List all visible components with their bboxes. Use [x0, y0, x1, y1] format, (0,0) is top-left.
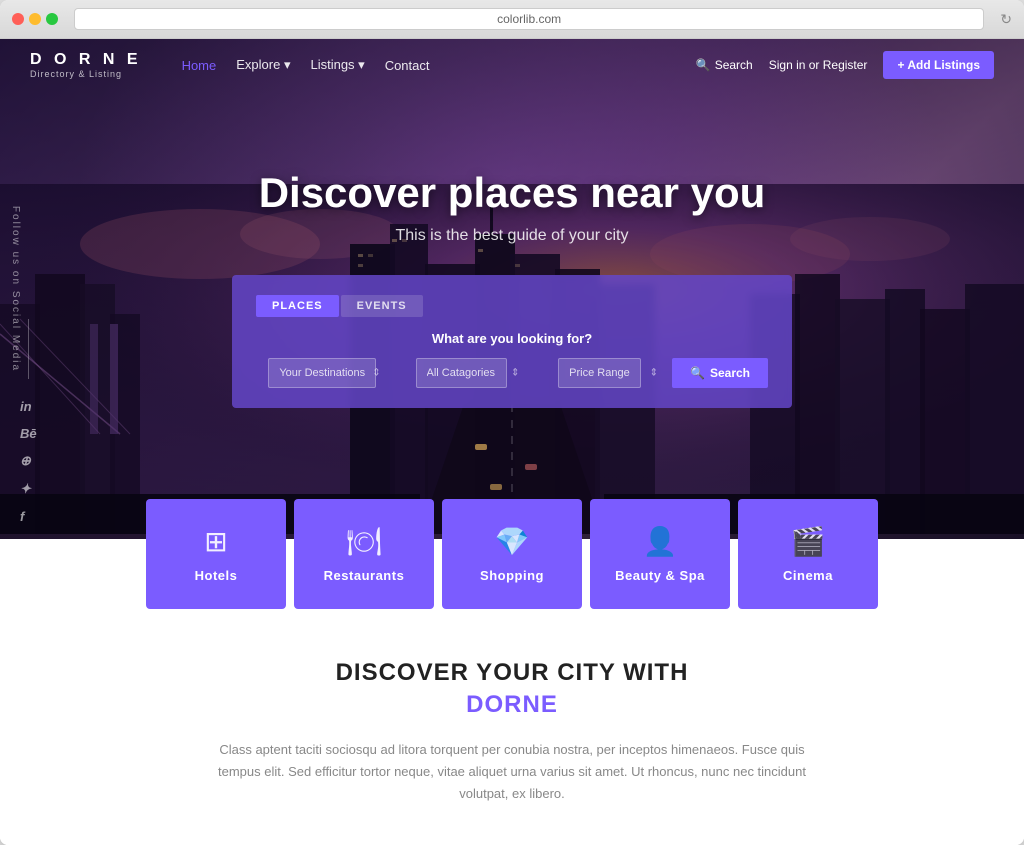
beauty-spa-label: Beauty & Spa: [615, 568, 705, 583]
nav-search-link[interactable]: 🔍 Search: [696, 58, 753, 72]
search-box: PLACES EVENTS What are you looking for? …: [232, 275, 792, 408]
website-content: D O R N E Directory & Listing Home Explo…: [0, 39, 1024, 845]
nav-contact[interactable]: Contact: [385, 58, 430, 73]
address-bar[interactable]: colorlib.com: [74, 8, 984, 30]
categories-wrapper: ⊞ Hotels 🍽 Restaurants 💎 Shopping 👤 Beau…: [0, 499, 1024, 609]
destination-select-wrapper: Your Destinations New York Los Angeles: [256, 358, 389, 388]
category-shopping[interactable]: 💎 Shopping: [442, 499, 582, 609]
search-button[interactable]: 🔍 Search: [672, 358, 768, 388]
hero-content: Discover places near you This is the bes…: [0, 39, 1024, 408]
tab-places[interactable]: PLACES: [256, 295, 339, 317]
maximize-dot[interactable]: [46, 13, 58, 25]
destination-select[interactable]: Your Destinations New York Los Angeles: [268, 358, 376, 388]
discover-title: DISCOVER YOUR CITY WITH: [30, 659, 994, 687]
add-listings-button[interactable]: + Add Listings: [883, 51, 994, 79]
search-fields: Your Destinations New York Los Angeles A…: [256, 358, 768, 388]
behance-icon[interactable]: Bē: [20, 426, 37, 441]
category-hotels[interactable]: ⊞ Hotels: [146, 499, 286, 609]
discover-brand: DORNE: [30, 691, 994, 719]
shopping-icon: 💎: [495, 525, 530, 558]
cinema-label: Cinema: [783, 568, 833, 583]
search-btn-icon: 🔍: [690, 366, 705, 380]
hotels-label: Hotels: [195, 568, 238, 583]
category-select[interactable]: All Catagories Hotels Restaurants: [416, 358, 507, 388]
browser-window: colorlib.com ↻ D O R N E Directory & Lis…: [0, 0, 1024, 845]
category-beauty-spa[interactable]: 👤 Beauty & Spa: [590, 499, 730, 609]
discover-section: DISCOVER YOUR CITY WITH DORNE Class apte…: [0, 609, 1024, 845]
cinema-icon: 🎬: [791, 525, 826, 558]
refresh-button[interactable]: ↻: [1000, 11, 1012, 28]
discover-text: Class aptent taciti sociosqu ad litora t…: [212, 739, 812, 805]
nav-explore[interactable]: Explore ▾: [236, 57, 290, 73]
minimize-dot[interactable]: [29, 13, 41, 25]
logo-brand: D O R N E: [30, 51, 142, 68]
price-select[interactable]: Price Range $0-$50 $50-$100: [558, 358, 641, 388]
hotels-icon: ⊞: [204, 525, 227, 558]
price-select-wrapper: Price Range $0-$50 $50-$100: [533, 358, 666, 388]
navbar: D O R N E Directory & Listing Home Explo…: [0, 39, 1024, 91]
restaurants-label: Restaurants: [324, 568, 405, 583]
logo-subtitle: Directory & Listing: [30, 69, 142, 79]
hero-section: D O R N E Directory & Listing Home Explo…: [0, 39, 1024, 539]
hero-title: Discover places near you: [0, 169, 1024, 217]
close-dot[interactable]: [12, 13, 24, 25]
search-label: What are you looking for?: [256, 331, 768, 346]
category-select-wrapper: All Catagories Hotels Restaurants: [395, 358, 528, 388]
search-btn-label: Search: [710, 366, 750, 380]
instagram-icon[interactable]: ⊕: [20, 453, 37, 469]
categories-grid: ⊞ Hotels 🍽 Restaurants 💎 Shopping 👤 Beau…: [112, 499, 912, 609]
nav-signin[interactable]: Sign in or Register: [769, 58, 868, 72]
search-icon: 🔍: [696, 58, 711, 72]
tab-events[interactable]: EVENTS: [341, 295, 423, 317]
hero-subtitle: This is the best guide of your city: [0, 227, 1024, 245]
nav-links: Home Explore ▾ Listings ▾ Contact: [182, 57, 676, 73]
nav-right: 🔍 Search Sign in or Register + Add Listi…: [696, 51, 994, 79]
search-tabs: PLACES EVENTS: [256, 295, 768, 317]
nav-home[interactable]: Home: [182, 58, 217, 73]
category-restaurants[interactable]: 🍽 Restaurants: [294, 499, 434, 609]
browser-toolbar: colorlib.com ↻: [0, 0, 1024, 39]
nav-listings[interactable]: Listings ▾: [310, 57, 364, 73]
logo: D O R N E Directory & Listing: [30, 51, 142, 79]
shopping-label: Shopping: [480, 568, 544, 583]
restaurants-icon: 🍽: [346, 525, 382, 558]
beauty-spa-icon: 👤: [643, 525, 678, 558]
twitter-icon[interactable]: ✦: [20, 481, 37, 497]
browser-dots: [12, 13, 58, 25]
category-cinema[interactable]: 🎬 Cinema: [738, 499, 878, 609]
